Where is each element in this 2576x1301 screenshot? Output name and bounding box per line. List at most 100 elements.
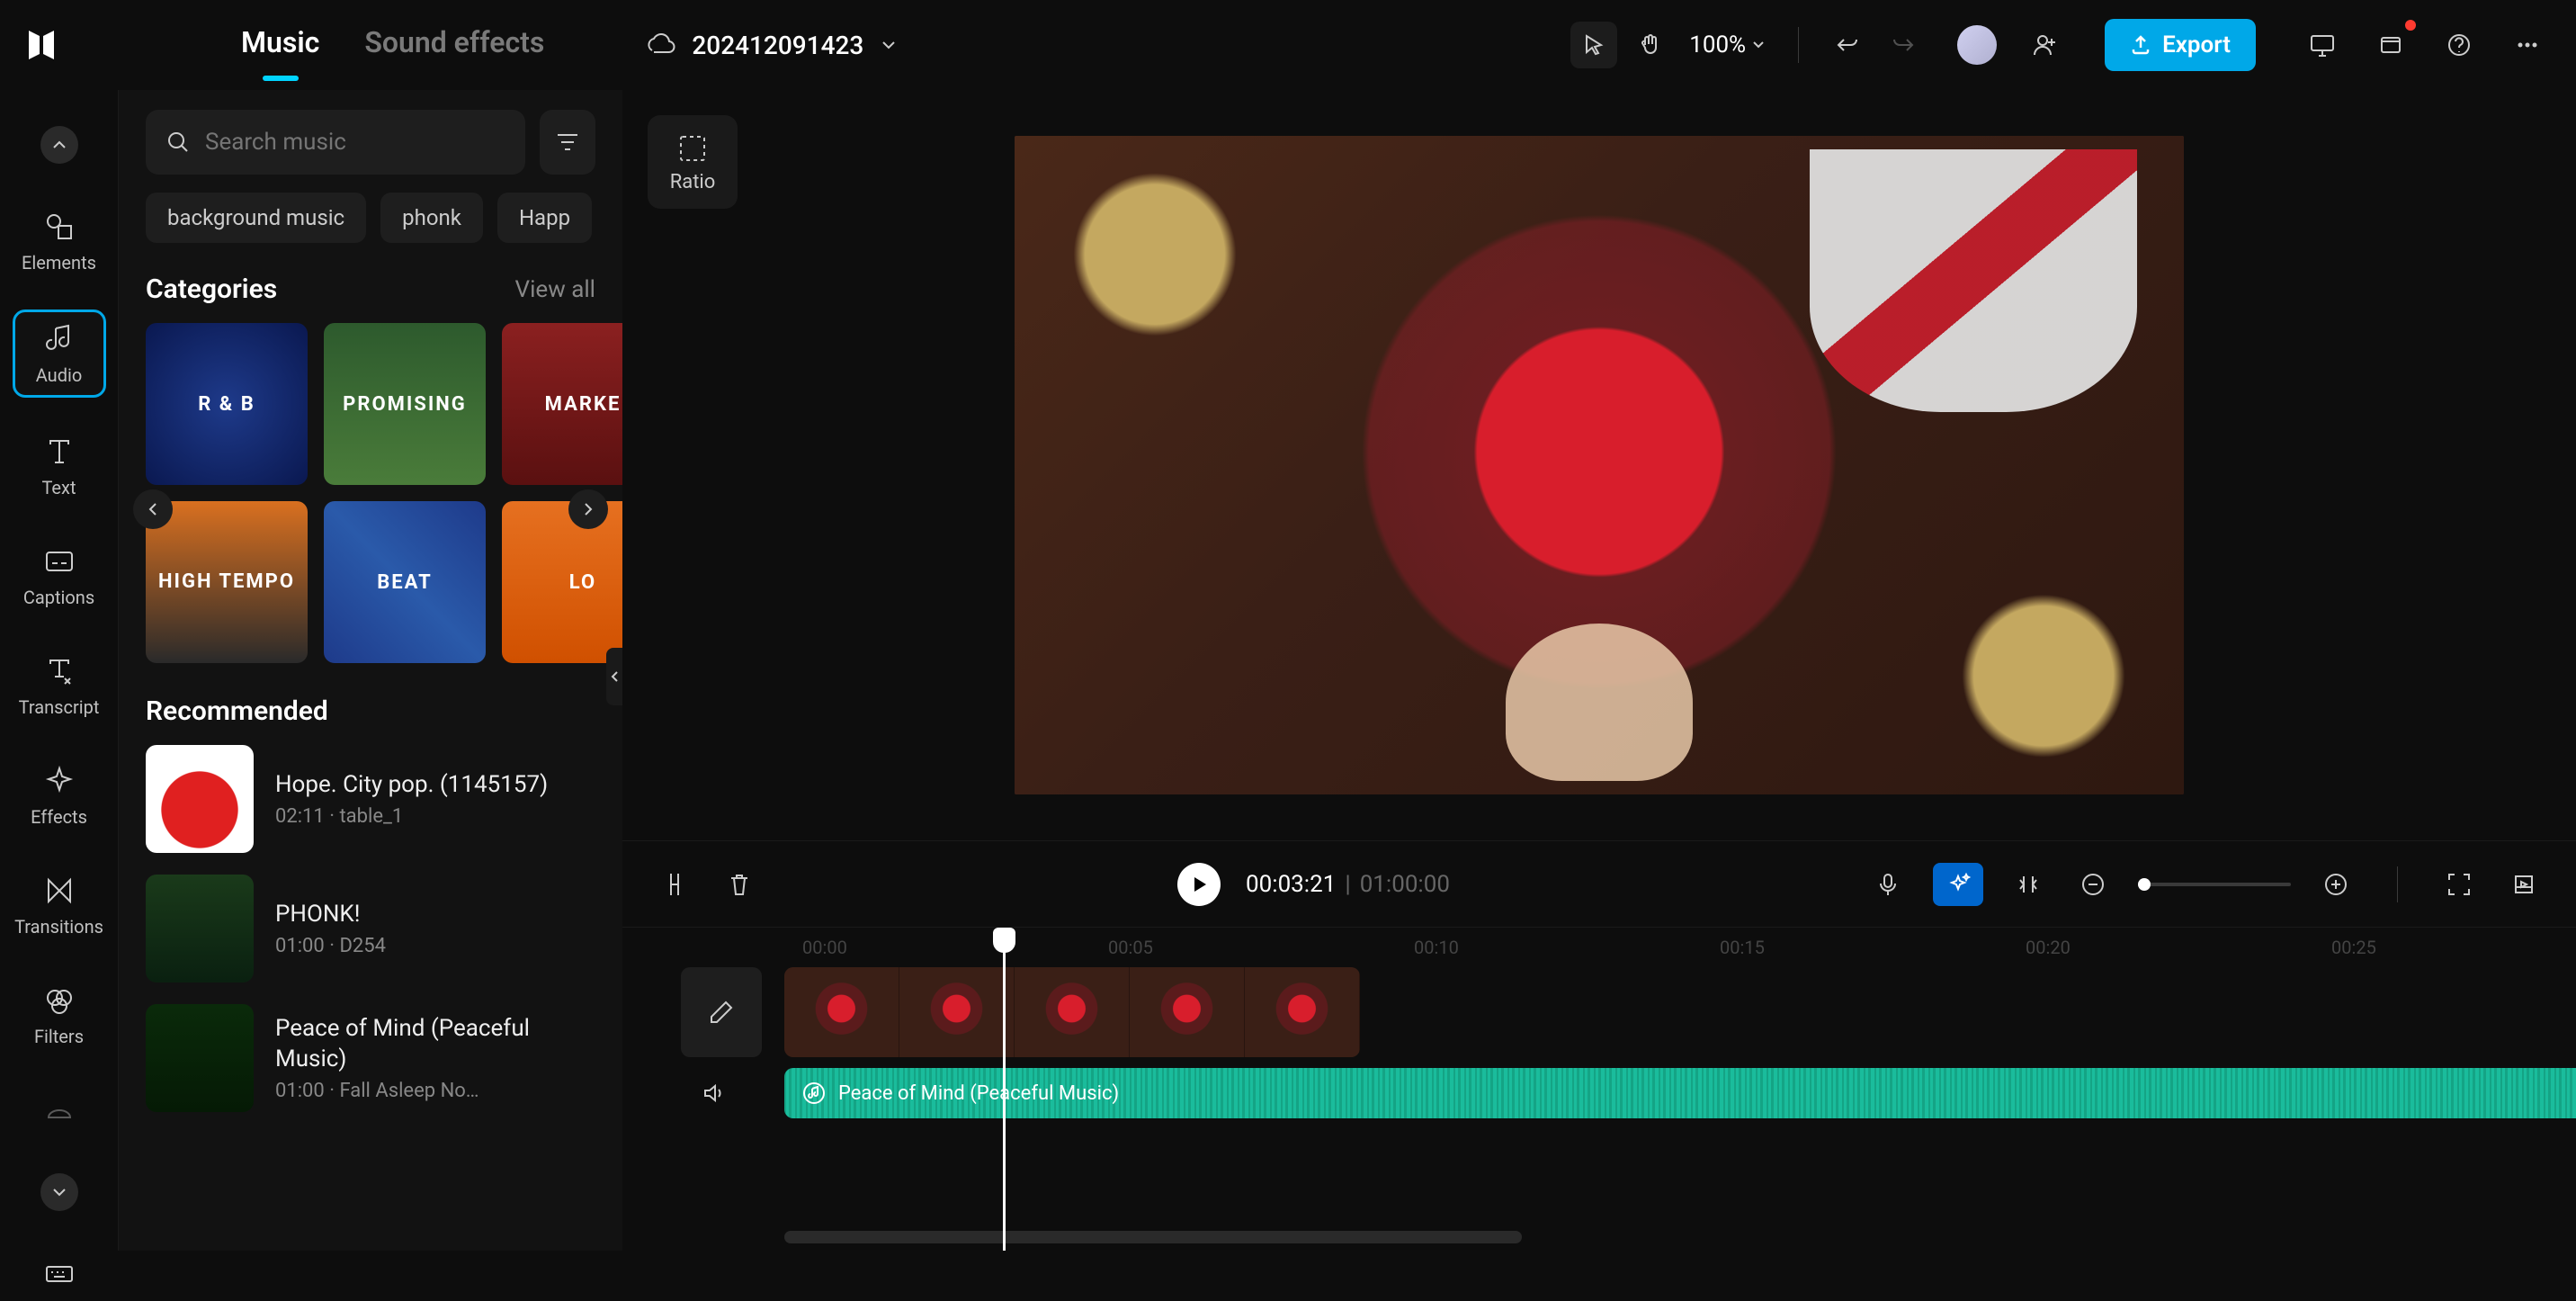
split-button[interactable]	[655, 865, 694, 904]
timeline-zoom-slider[interactable]	[2138, 883, 2291, 886]
transcript-icon	[43, 655, 76, 687]
categories-view-all[interactable]: View all	[515, 276, 595, 303]
rail-captions[interactable]: Captions	[13, 534, 106, 617]
voiceover-button[interactable]	[1868, 865, 1908, 904]
preview-zoom[interactable]: 100%	[1689, 31, 1766, 58]
chevron-down-icon	[50, 1183, 68, 1201]
track-mute-button[interactable]	[694, 1073, 734, 1113]
rail-filters[interactable]: Filters	[13, 974, 106, 1056]
category-tile[interactable]: MARKE	[502, 323, 622, 485]
rail-keyboard[interactable]	[13, 1247, 106, 1301]
timeline-ruler[interactable]: 00:0000:0500:1000:1500:2000:25	[622, 928, 2576, 967]
chevron-down-icon	[1751, 38, 1766, 52]
audio-clip-label: Peace of Mind (Peaceful Music)	[838, 1082, 1119, 1105]
app-logo[interactable]	[22, 25, 61, 65]
rail-collapse-up[interactable]	[13, 117, 106, 173]
export-button[interactable]: Export	[2105, 19, 2256, 71]
search-icon	[165, 130, 191, 155]
user-avatar[interactable]	[1957, 25, 1997, 65]
rail-effects[interactable]: Effects	[13, 754, 106, 837]
category-tile[interactable]: LO	[502, 501, 622, 663]
tab-sound-effects[interactable]: Sound effects	[364, 25, 544, 65]
effects-icon	[43, 765, 76, 797]
track-item[interactable]: Hope. City pop. (1145157) 02:11 · table_…	[146, 745, 595, 853]
rail-text[interactable]: Text	[13, 425, 106, 507]
expand-timeline-button[interactable]	[2504, 865, 2544, 904]
category-tile[interactable]: BEAT	[324, 501, 486, 663]
rail-transitions[interactable]: Transitions	[13, 864, 106, 947]
timeline-scrollbar[interactable]	[784, 1231, 1522, 1243]
track-meta: 02:11 · table_1	[275, 805, 548, 828]
chip[interactable]: background music	[146, 193, 366, 243]
track-item[interactable]: PHONK! 01:00 · D254	[146, 875, 595, 982]
rail-label: Captions	[23, 587, 94, 608]
search-box[interactable]	[146, 110, 525, 175]
chevron-left-icon	[145, 501, 161, 517]
rail-label: Transcript	[19, 696, 100, 718]
chevron-down-icon[interactable]	[880, 36, 898, 54]
video-track	[622, 967, 2576, 1057]
playhead[interactable]	[1003, 928, 1006, 1251]
rail-label: Text	[41, 477, 76, 498]
rail-transcript[interactable]: Transcript	[13, 644, 106, 727]
cloud-sync-icon[interactable]	[643, 29, 675, 61]
recommended-list: Hope. City pop. (1145157) 02:11 · table_…	[146, 745, 595, 1112]
transitions-icon	[43, 875, 76, 907]
audio-track: Peace of Mind (Peaceful Music)	[622, 1068, 2576, 1118]
filter-button[interactable]	[540, 110, 595, 175]
tab-music[interactable]: Music	[241, 25, 319, 65]
rail-collapse-down[interactable]	[13, 1164, 106, 1220]
rail-elements[interactable]: Elements	[13, 200, 106, 283]
video-clip[interactable]	[784, 967, 1360, 1057]
ruler-mark: 00:10	[1414, 937, 1459, 958]
category-prev[interactable]	[133, 489, 173, 529]
recommended-title: Recommended	[146, 695, 328, 727]
category-tile[interactable]: R & B	[146, 323, 308, 485]
pencil-icon	[708, 999, 735, 1026]
snap-button[interactable]	[2008, 865, 2048, 904]
left-rail: Elements Audio Text Captions Transcript …	[0, 90, 119, 1251]
fit-button[interactable]	[2439, 865, 2479, 904]
auto-captions-button[interactable]	[1933, 863, 1983, 906]
help-button[interactable]	[2436, 22, 2482, 68]
zoom-out-button[interactable]	[2073, 865, 2113, 904]
invite-button[interactable]	[2022, 22, 2069, 68]
category-tile[interactable]: PROMISING	[324, 323, 486, 485]
text-icon	[43, 435, 76, 468]
undo-button[interactable]	[1824, 22, 1871, 68]
hand-tool[interactable]	[1626, 22, 1673, 68]
delete-button[interactable]	[720, 865, 759, 904]
redo-button[interactable]	[1880, 22, 1927, 68]
more-menu[interactable]	[2504, 22, 2551, 68]
category-tile[interactable]: HIGH TEMPO	[146, 501, 308, 663]
ratio-button[interactable]: Ratio	[648, 115, 738, 209]
chip[interactable]: Happ	[497, 193, 592, 243]
preview-canvas[interactable]	[1015, 136, 2184, 794]
present-button[interactable]	[2299, 22, 2346, 68]
category-next[interactable]	[568, 489, 608, 529]
media-panel: background music phonk Happ Categories V…	[119, 90, 622, 1251]
play-button[interactable]	[1177, 863, 1221, 906]
audio-clip[interactable]: Peace of Mind (Peaceful Music)	[784, 1068, 2576, 1118]
zoom-in-button[interactable]	[2316, 865, 2356, 904]
notifications-button[interactable]	[2367, 22, 2414, 68]
timeline[interactable]: 00:0000:0500:1000:1500:2000:25	[622, 927, 2576, 1251]
captions-icon	[43, 545, 76, 578]
panel-collapse[interactable]	[606, 648, 622, 705]
track-title: PHONK!	[275, 900, 386, 930]
center-area: Ratio 00:03:21	[622, 90, 2576, 1251]
search-input[interactable]	[205, 129, 505, 156]
music-note-icon	[802, 1081, 826, 1105]
elements-icon	[43, 211, 76, 243]
chip[interactable]: phonk	[380, 193, 483, 243]
ratio-icon	[675, 131, 710, 166]
rail-label: Effects	[31, 806, 87, 828]
edit-clip-button[interactable]	[681, 967, 762, 1057]
divider	[1798, 27, 1799, 63]
rail-more-1[interactable]	[13, 1083, 106, 1137]
pointer-tool[interactable]	[1570, 22, 1617, 68]
project-name[interactable]: 202412091423	[692, 31, 863, 60]
rail-audio[interactable]: Audio	[13, 310, 106, 398]
track-title: Hope. City pop. (1145157)	[275, 770, 548, 801]
track-item[interactable]: Peace of Mind (Peaceful Music) 01:00 · F…	[146, 1004, 595, 1112]
